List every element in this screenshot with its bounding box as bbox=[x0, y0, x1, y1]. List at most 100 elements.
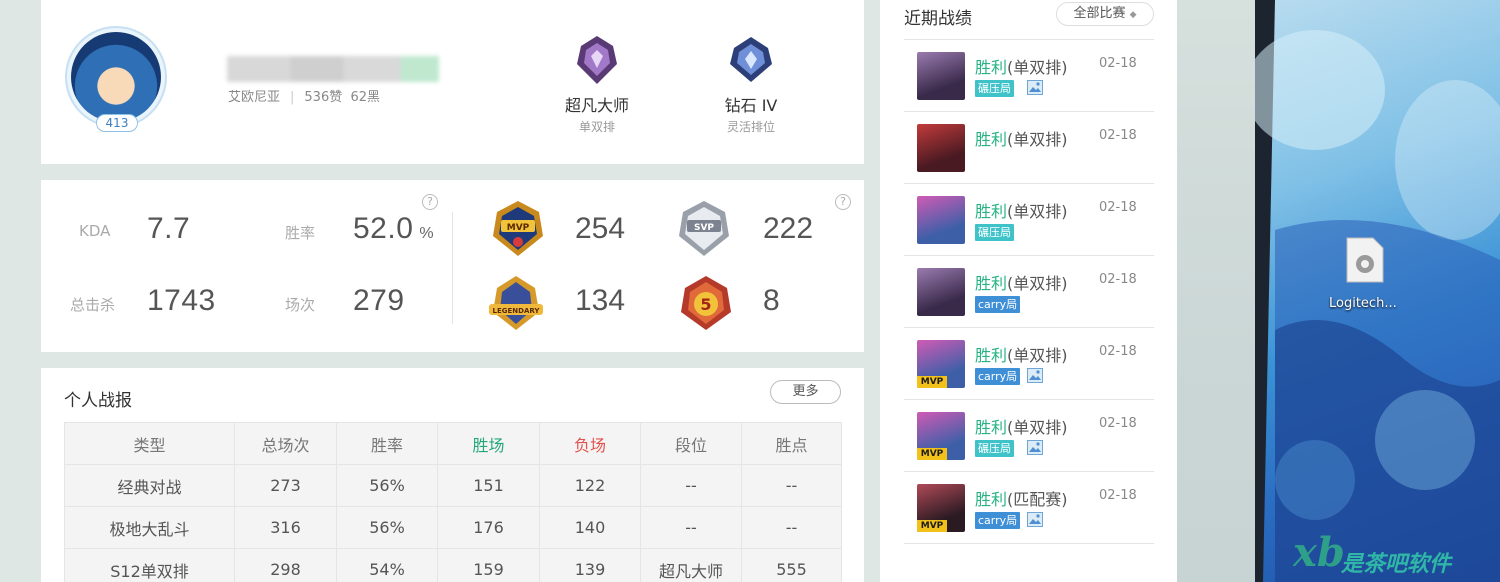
cell: S12单双排 bbox=[64, 548, 235, 582]
match-item[interactable]: 胜利(单双排) 02-18 bbox=[904, 112, 1154, 184]
match-item[interactable]: 胜利(单双排) 02-18 碾压局 bbox=[904, 184, 1154, 256]
match-date: 02-18 bbox=[1099, 344, 1137, 359]
performance-tag: carry局 bbox=[975, 368, 1021, 385]
games-value: 279 bbox=[353, 284, 405, 317]
help-icon[interactable]: ? bbox=[835, 194, 851, 210]
winrate-number: 52.0 bbox=[353, 212, 414, 245]
watermark-text: 是茶吧软件 bbox=[1341, 551, 1452, 577]
svg-text:5: 5 bbox=[700, 295, 711, 314]
match-item[interactable]: MVP 胜利(单双排) 02-18 碾压局 bbox=[904, 400, 1154, 472]
image-icon[interactable] bbox=[1027, 440, 1043, 455]
cell: 56% bbox=[336, 464, 438, 507]
kills-label: 总击杀 bbox=[70, 296, 116, 314]
level-badge: 413 bbox=[96, 114, 138, 132]
image-icon[interactable] bbox=[1027, 512, 1043, 527]
svg-text:LEGENDARY: LEGENDARY bbox=[493, 307, 541, 315]
queue-label: (单双排) bbox=[1007, 130, 1068, 149]
champion-portrait[interactable]: MVP bbox=[917, 412, 965, 460]
match-date: 02-18 bbox=[1099, 488, 1137, 503]
rank-solo[interactable]: 超凡大师 单双排 bbox=[537, 34, 657, 135]
kda-label: KDA bbox=[79, 222, 111, 240]
cell: 经典对战 bbox=[64, 464, 235, 507]
performance-tag: carry局 bbox=[975, 296, 1021, 313]
match-item[interactable]: MVP 胜利(匹配赛) 02-18 carry局 bbox=[904, 472, 1154, 544]
svp-badge-icon[interactable]: SVP bbox=[673, 198, 735, 260]
image-icon[interactable] bbox=[1027, 368, 1043, 383]
desktop-wallpaper: Logitech... xb 是茶吧软件 bbox=[1255, 0, 1500, 582]
queue-label: (单双排) bbox=[1007, 202, 1068, 221]
server-name: 艾欧尼亚 bbox=[228, 90, 281, 105]
result-label: 胜利 bbox=[975, 130, 1008, 149]
mvp-badge-icon[interactable]: MVP bbox=[487, 198, 549, 260]
wallpaper-art bbox=[1255, 0, 1500, 582]
winrate-unit: % bbox=[419, 225, 435, 242]
queue-label: (单双排) bbox=[1007, 418, 1068, 437]
match-result: 胜利(单双排) bbox=[975, 270, 1068, 294]
match-item[interactable]: 胜利(单双排) 02-18 碾压局 bbox=[904, 40, 1154, 112]
champion-portrait[interactable] bbox=[917, 268, 965, 316]
champion-portrait[interactable] bbox=[917, 196, 965, 244]
report-table: 类型 总场次 胜率 胜场 负场 段位 胜点 经典对战 273 56% 151 1… bbox=[64, 422, 842, 582]
performance-tag: 碾压局 bbox=[975, 80, 1014, 97]
profile-card: 413 艾欧尼亚 | 536赞 62黑 超凡大师 单双排 钻石 IV 灵活排位 bbox=[41, 0, 864, 164]
legendary-badge-icon[interactable]: LEGENDARY bbox=[485, 272, 547, 334]
cell: -- bbox=[741, 506, 842, 549]
cell: 122 bbox=[539, 464, 641, 507]
cell: -- bbox=[640, 506, 742, 549]
table-row: S12单双排 298 54% 159 139 超凡大师 555 bbox=[64, 548, 842, 582]
header-lp: 胜点 bbox=[741, 422, 842, 465]
cell: 159 bbox=[437, 548, 540, 582]
svp-count: 222 bbox=[763, 212, 814, 245]
report-card: 个人战报 更多 类型 总场次 胜率 胜场 负场 段位 胜点 经典对战 273 5… bbox=[41, 368, 864, 582]
match-date: 02-18 bbox=[1099, 128, 1137, 143]
performance-tag: carry局 bbox=[975, 512, 1021, 529]
desktop-icon-label[interactable]: Logitech... bbox=[1329, 296, 1397, 311]
result-label: 胜利 bbox=[975, 274, 1008, 293]
mvp-count: 254 bbox=[575, 212, 626, 245]
rank-flex[interactable]: 钻石 IV 灵活排位 bbox=[691, 34, 811, 135]
champion-portrait[interactable] bbox=[917, 124, 965, 172]
master-emblem-icon bbox=[577, 36, 617, 84]
champion-portrait[interactable] bbox=[917, 52, 965, 100]
rank-queue: 灵活排位 bbox=[726, 120, 775, 134]
cell: 140 bbox=[539, 506, 641, 549]
gear-file-icon[interactable] bbox=[1345, 236, 1385, 284]
champion-portrait[interactable]: MVP bbox=[917, 484, 965, 532]
cell: 316 bbox=[234, 506, 337, 549]
likes-count: 536赞 bbox=[304, 90, 343, 105]
match-result: 胜利(单双排) bbox=[975, 198, 1068, 222]
match-item[interactable]: 胜利(单双排) 02-18 carry局 bbox=[904, 256, 1154, 328]
queue-label: (单双排) bbox=[1007, 58, 1068, 77]
divider bbox=[452, 212, 453, 324]
more-button[interactable]: 更多 bbox=[770, 380, 841, 404]
stats-card: KDA 7.7 胜率 52.0% ? 总击杀 1743 场次 279 MVP 2… bbox=[41, 180, 864, 352]
header-tier: 段位 bbox=[640, 422, 742, 465]
match-item[interactable]: MVP 胜利(单双排) 02-18 carry局 bbox=[904, 328, 1154, 400]
pentakill-badge-icon[interactable]: 5 bbox=[675, 272, 737, 334]
help-icon[interactable]: ? bbox=[422, 194, 438, 210]
mvp-tag: MVP bbox=[917, 448, 947, 460]
match-result: 胜利(单双排) bbox=[975, 342, 1068, 366]
avatar[interactable] bbox=[65, 26, 167, 128]
header-type: 类型 bbox=[64, 422, 235, 465]
cell: 555 bbox=[741, 548, 842, 582]
cell: 极地大乱斗 bbox=[64, 506, 235, 549]
match-date: 02-18 bbox=[1099, 56, 1137, 71]
result-label: 胜利 bbox=[975, 418, 1008, 437]
cell: 176 bbox=[437, 506, 540, 549]
champion-portrait[interactable]: MVP bbox=[917, 340, 965, 388]
kda-value: 7.7 bbox=[147, 212, 191, 245]
table-header-row: 类型 总场次 胜率 胜场 负场 段位 胜点 bbox=[64, 422, 842, 465]
match-filter-dropdown[interactable]: 全部比赛 ◆ bbox=[1056, 2, 1154, 26]
queue-label: (单双排) bbox=[1007, 346, 1068, 365]
cell: 139 bbox=[539, 548, 641, 582]
image-icon[interactable] bbox=[1027, 80, 1043, 95]
result-label: 胜利 bbox=[975, 490, 1008, 509]
blacks-count: 62黑 bbox=[350, 90, 381, 105]
performance-tag: 碾压局 bbox=[975, 440, 1014, 457]
mvp-tag: MVP bbox=[917, 376, 947, 388]
svg-text:xb: xb bbox=[1293, 529, 1345, 574]
header-losses: 负场 bbox=[539, 422, 641, 465]
svg-text:MVP: MVP bbox=[507, 223, 530, 233]
legendary-count: 134 bbox=[575, 284, 626, 317]
